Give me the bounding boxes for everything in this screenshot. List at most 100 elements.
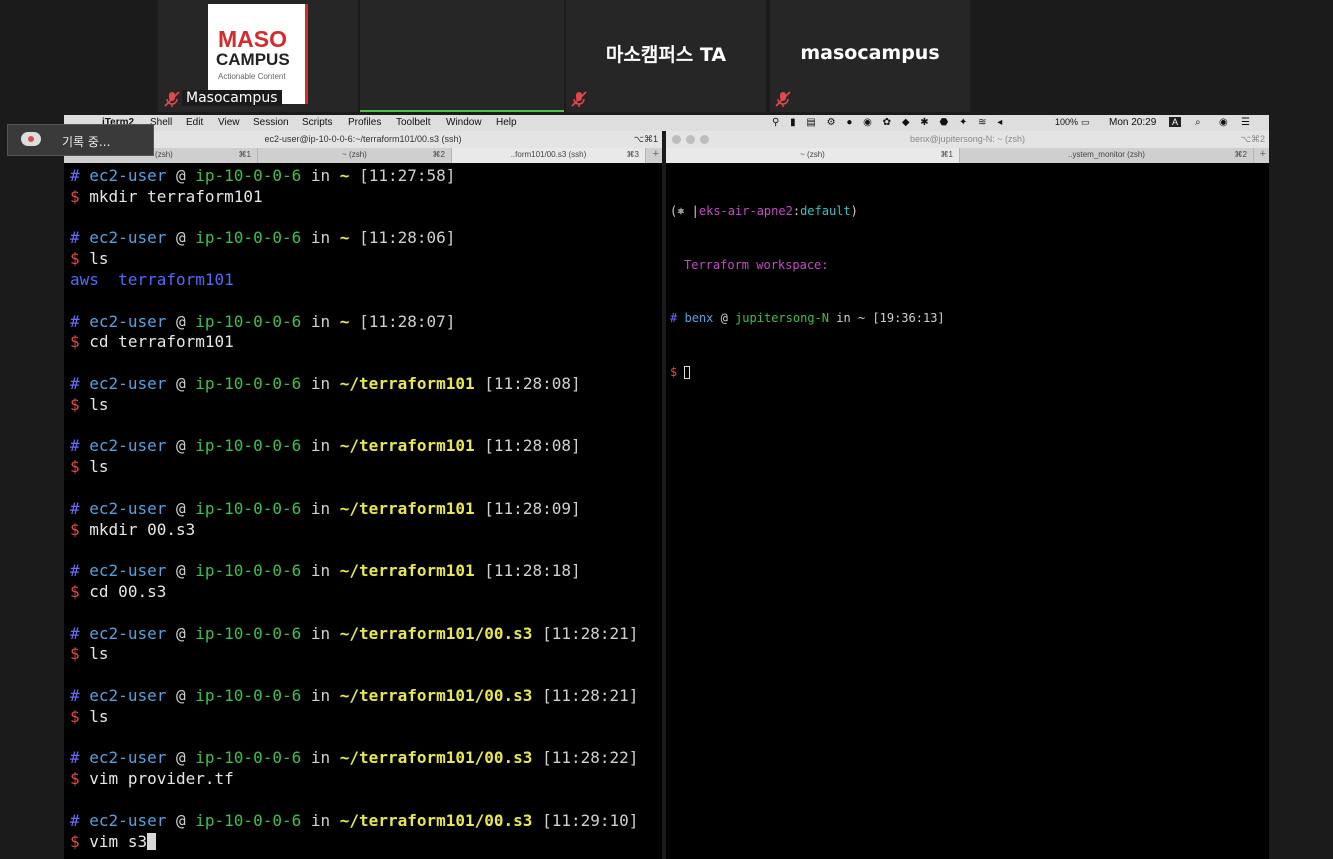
prompt-user: ec2-user	[89, 166, 167, 185]
tab-label: ..ystem_monitor (zsh)	[1068, 150, 1145, 159]
recording-indicator[interactable]: 기록 중...	[7, 124, 154, 156]
menu-edit[interactable]: Edit	[186, 117, 203, 128]
prompt-user: ec2-user	[89, 748, 167, 768]
prompt-hash: #	[70, 311, 80, 331]
menu-view[interactable]: View	[218, 117, 240, 128]
prompt-path: ~	[339, 311, 350, 331]
command-line: $ ls	[70, 249, 662, 270]
menubar-clock[interactable]: Mon 20:29	[1109, 117, 1156, 128]
terminal-right[interactable]: (⎈ |eks-air-apne2:default) Terraform wor…	[670, 166, 1269, 859]
kube-separator: :	[792, 204, 801, 218]
new-tab-button[interactable]: +	[653, 148, 659, 160]
menu-help[interactable]: Help	[496, 117, 517, 128]
notification-center-icon[interactable]: ☰	[1241, 117, 1250, 128]
prompt-user: ec2-user	[89, 623, 167, 643]
participant-tile-masocampus2[interactable]: masocampus	[770, 0, 970, 112]
prompt-dollar: $	[70, 457, 80, 477]
prompt-line: # ec2-user @ ip-10-0-0-6 in ~ [11:28:07]	[70, 312, 662, 333]
menu-scripts[interactable]: Scripts	[302, 117, 333, 128]
prompt-user: ec2-user	[89, 498, 167, 518]
prompt-user: ec2-user	[89, 311, 167, 331]
prompt-dollar: $	[70, 249, 80, 269]
prompt-hash: #	[670, 311, 678, 326]
window-titlebar[interactable]: benx@jupitersong-N: ~ (zsh) ⌥⌘2	[666, 131, 1269, 148]
prompt-time: [11:28:08]	[484, 373, 581, 393]
prompt-line: # ec2-user @ ip-10-0-0-6 in ~/terraform1…	[70, 811, 662, 832]
new-tab-button[interactable]: +	[1260, 148, 1266, 160]
tab-zsh-active[interactable]: ~ (zsh) ⌘1	[666, 148, 960, 163]
prompt-host: ip-10-0-0-6	[195, 228, 302, 248]
prompt-time: [11:28:09]	[484, 498, 581, 518]
prompt-dollar: $	[70, 581, 80, 601]
prompt-path: ~	[339, 166, 350, 185]
participant-tile-blank[interactable]	[360, 0, 564, 112]
command-line[interactable]: $ vim s3	[70, 832, 662, 853]
prompt-at: @	[175, 436, 186, 456]
prompt-dollar: $	[70, 186, 80, 206]
prompt-host: ip-10-0-0-6	[195, 373, 302, 393]
command-text: vim provider.tf	[89, 769, 234, 789]
mac-menubar: iTerm2 Shell Edit View Session Scripts P…	[64, 115, 1269, 131]
prompt-path: ~	[339, 228, 350, 248]
tab-ssh-active[interactable]: ..form101/00.s3 (ssh) ⌘3	[452, 148, 646, 163]
input-source-icon[interactable]: A	[1169, 117, 1182, 127]
prompt-at: @	[175, 228, 186, 248]
prompt-hash: #	[70, 228, 80, 248]
prompt-path: ~/terraform101/00.s3	[339, 810, 533, 830]
prompt-line: # ec2-user @ ip-10-0-0-6 in ~/terraform1…	[70, 686, 662, 707]
menu-profiles[interactable]: Profiles	[348, 117, 381, 128]
tab-system-monitor[interactable]: ..ystem_monitor (zsh) ⌘2	[960, 148, 1254, 163]
prompt-host: ip-10-0-0-6	[195, 166, 302, 185]
prompt-user: ec2-user	[89, 228, 167, 248]
command-text: ls	[89, 457, 109, 477]
prompt-line: # ec2-user @ ip-10-0-0-6 in ~ [11:28:06]	[70, 228, 662, 249]
status-icons[interactable]: ⚲ ▮ ▤ ⚙ ● ◉ ✿ ◆ ✱ ⬣ ✦ ≋ ◂	[772, 117, 1006, 128]
prompt-path: ~/terraform101	[339, 373, 475, 393]
prompt-user: ec2-user	[89, 561, 167, 581]
siri-icon[interactable]: ◉	[1219, 117, 1228, 128]
command-line: $ cd terraform101	[70, 332, 662, 353]
participant-tile-ta[interactable]: 마소캠퍼스 TA	[566, 0, 766, 112]
prompt-hash: #	[70, 498, 80, 518]
command-line: $ mkdir terraform101	[70, 187, 662, 208]
prompt-host: ip-10-0-0-6	[195, 810, 302, 830]
prompt-line: # ec2-user @ ip-10-0-0-6 in ~/terraform1…	[70, 561, 662, 582]
tab-label: ~ (zsh)	[342, 150, 367, 159]
tab-zsh-2[interactable]: ~ (zsh) ⌘2	[258, 148, 452, 163]
prompt-time: [11:28:21]	[542, 623, 639, 643]
prompt-hash: #	[70, 436, 80, 456]
recording-label: 기록 중...	[62, 135, 111, 149]
iterm-window-left[interactable]: ec2-user@ip-10-0-0-6:~/terraform101/00.s…	[64, 131, 662, 859]
prompt-at: @	[175, 311, 186, 331]
prompt-hash: #	[70, 748, 80, 768]
prompt-host: ip-10-0-0-6	[195, 498, 302, 518]
battery-percent: 100%	[1055, 117, 1079, 127]
prompt-at: @	[175, 810, 186, 830]
input-line[interactable]: $	[670, 365, 1269, 381]
menu-toolbelt[interactable]: Toolbelt	[396, 117, 430, 128]
prompt-user: ec2-user	[89, 685, 167, 705]
prompt-in: in	[310, 436, 331, 456]
prompt-in: in	[310, 810, 331, 830]
tab-key: ⌘1	[238, 150, 251, 159]
menu-window[interactable]: Window	[446, 117, 482, 128]
prompt-at: @	[175, 498, 186, 518]
menu-session[interactable]: Session	[253, 117, 289, 128]
command-text: vim s3	[89, 831, 148, 851]
spotlight-icon[interactable]: ⌕	[1195, 117, 1201, 128]
battery-icon[interactable]: ▭	[1081, 117, 1090, 128]
prompt-hash: #	[70, 685, 80, 705]
active-speaker-bar	[360, 110, 564, 112]
terraform-workspace-line: Terraform workspace:	[670, 258, 1269, 274]
prompt-at: @	[720, 311, 728, 326]
command-text: mkdir terraform101	[89, 186, 263, 206]
prompt-at: @	[175, 623, 186, 643]
muted-mic-icon	[164, 91, 180, 107]
iterm-window-right[interactable]: benx@jupitersong-N: ~ (zsh) ⌥⌘2 ~ (zsh) …	[666, 131, 1269, 859]
prompt-host: ip-10-0-0-6	[195, 685, 302, 705]
terminal-left[interactable]: # ec2-user @ ip-10-0-0-6 in ~ [11:27:58]…	[70, 166, 662, 859]
